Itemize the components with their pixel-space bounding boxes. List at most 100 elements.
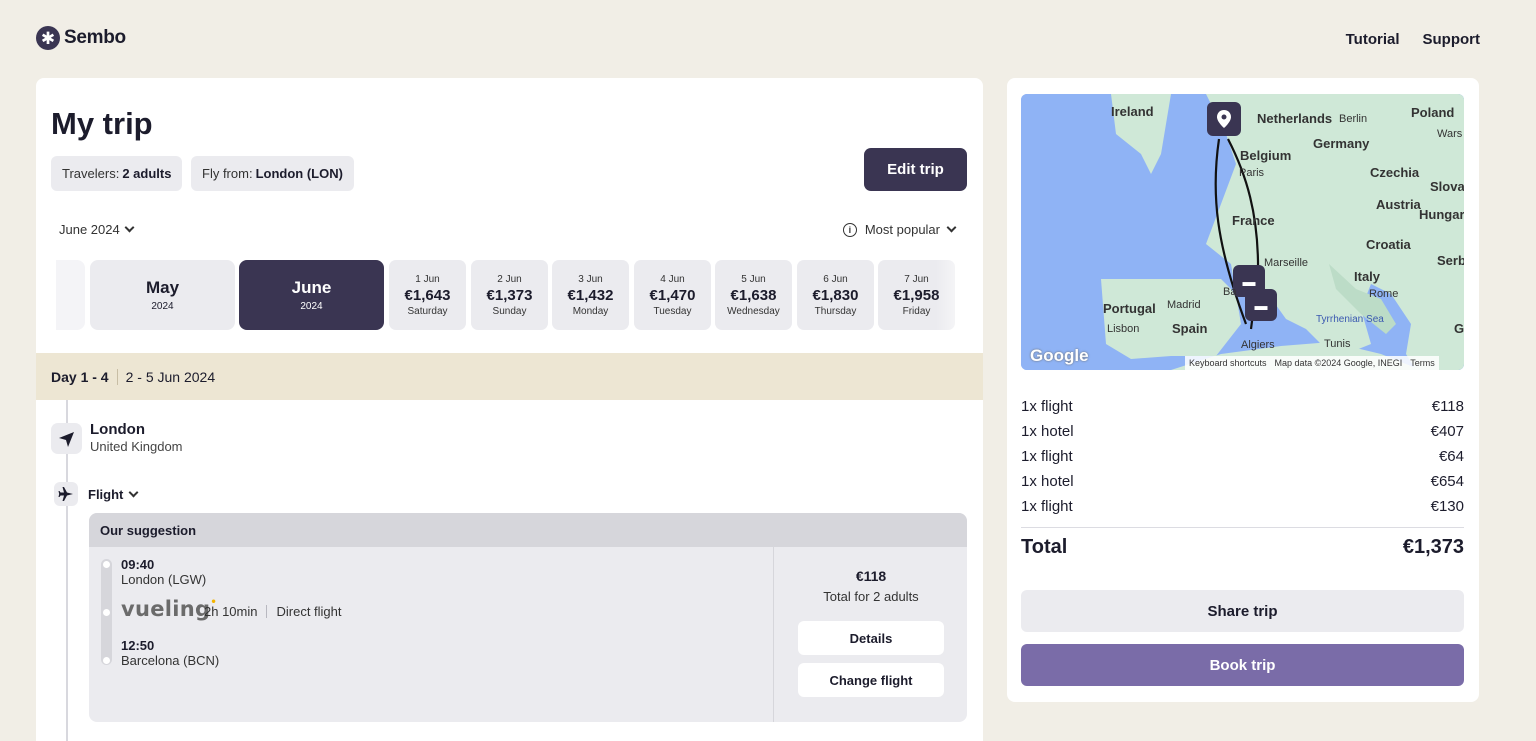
fly-from-value: London (LON) — [255, 166, 343, 181]
map-label: Slovak — [1430, 179, 1464, 194]
date-card-6-jun[interactable]: 6 Jun €1,830 Thursday — [797, 260, 874, 330]
navigation-arrow-icon — [51, 423, 82, 454]
map-label: Algiers — [1241, 339, 1275, 351]
sort-dropdown[interactable]: i Most popular — [842, 222, 957, 237]
month-dropdown[interactable]: June 2024 — [59, 222, 135, 237]
map-label: Paris — [1239, 167, 1265, 179]
previous-date-card[interactable] — [56, 260, 85, 330]
map-label: Germany — [1313, 136, 1370, 151]
line-label: 1x hotel — [1021, 473, 1074, 490]
map-label: Ireland — [1111, 104, 1154, 119]
departure-airport: London (LGW) — [121, 572, 207, 587]
line-price: €64 — [1438, 448, 1464, 465]
date-label: 3 Jun — [578, 273, 603, 285]
departure-time: 09:40 — [121, 557, 155, 572]
date-price: €1,373 — [486, 286, 533, 304]
arrival-airport: Barcelona (BCN) — [121, 653, 220, 668]
map-label: Wars — [1437, 128, 1463, 140]
flight-label: Flight — [88, 487, 124, 502]
chevron-down-icon — [128, 487, 139, 498]
fly-from-chip: Fly from: London (LON) — [191, 156, 354, 191]
date-card-4-jun[interactable]: 4 Jun €1,470 Tuesday — [634, 260, 711, 330]
month-card-june[interactable]: June 2024 — [239, 260, 384, 330]
airplane-icon — [54, 482, 78, 506]
flight-price: €118 — [855, 568, 887, 584]
date-price: €1,643 — [404, 286, 451, 304]
sembo-logo[interactable]: ✱ Sembo — [36, 26, 126, 50]
line-label: 1x flight — [1021, 498, 1073, 515]
date-weekday: Monday — [572, 305, 609, 317]
keyboard-shortcuts-link[interactable]: Keyboard shortcuts — [1189, 358, 1267, 368]
divider — [266, 605, 268, 618]
flight-section-toggle[interactable]: Flight — [88, 487, 139, 502]
bed-icon[interactable]: ▬ — [1245, 289, 1277, 321]
price-breakdown: 1x flight €118 1x hotel €407 1x flight €… — [1021, 398, 1464, 523]
date-label: 1 Jun — [415, 273, 440, 285]
date-price: €1,432 — [567, 286, 614, 304]
top-nav: Tutorial Support — [1346, 31, 1480, 48]
map-label: Belgium — [1240, 148, 1292, 163]
total-label: Total — [1021, 536, 1068, 558]
price-line: 1x hotel €407 — [1021, 423, 1464, 448]
date-selector: May 2024 June 2024 1 Jun €1,643 Saturday… — [56, 260, 976, 330]
day-band: Day 1 - 4 2 - 5 Jun 2024 — [36, 353, 983, 400]
line-price: €130 — [1430, 498, 1464, 515]
line-price: €407 — [1430, 423, 1464, 440]
mid-dot — [103, 609, 110, 616]
map-attribution: Keyboard shortcuts Map data ©2024 Google… — [1185, 356, 1439, 370]
departure-dot — [103, 561, 110, 568]
map-label: Poland — [1411, 105, 1455, 120]
month-year: 2024 — [300, 301, 323, 312]
change-flight-button[interactable]: Change flight — [798, 663, 944, 697]
map-label: Lisbon — [1107, 323, 1140, 335]
month-card-may[interactable]: May 2024 — [90, 260, 235, 330]
map-label: Croatia — [1366, 237, 1411, 252]
google-logo: Google — [1030, 346, 1089, 365]
map-label: Italy — [1354, 269, 1381, 284]
date-card-3-jun[interactable]: 3 Jun €1,432 Monday — [552, 260, 629, 330]
nav-tutorial-link[interactable]: Tutorial — [1346, 31, 1400, 48]
map-label: Austria — [1376, 197, 1421, 212]
route-map[interactable]: ▬ ▬ Ireland Netherlands Berlin Poland Wa… — [1021, 94, 1464, 370]
nav-support-link[interactable]: Support — [1423, 31, 1481, 48]
asterisk-icon: ✱ — [36, 26, 60, 50]
edit-trip-button[interactable]: Edit trip — [864, 148, 967, 191]
date-card-1-jun[interactable]: 1 Jun €1,643 Saturday — [389, 260, 466, 330]
month-name: May — [145, 278, 180, 297]
details-button[interactable]: Details — [798, 621, 944, 655]
date-label: 7 Jun — [904, 273, 929, 285]
map-label: Ba — [1223, 286, 1237, 298]
trip-summary-card: ▬ ▬ Ireland Netherlands Berlin Poland Wa… — [1007, 78, 1479, 702]
date-card-2-jun[interactable]: 2 Jun €1,373 Sunday — [471, 260, 548, 330]
flight-price-note: Total for 2 adults — [823, 589, 919, 604]
total-row: Total €1,373 — [1021, 527, 1464, 559]
date-label: 6 Jun — [823, 273, 848, 285]
top-bar: ✱ Sembo Tutorial Support — [0, 0, 1536, 78]
date-label: 4 Jun — [660, 273, 685, 285]
price-line: 1x flight €130 — [1021, 498, 1464, 523]
book-trip-button[interactable]: Book trip — [1021, 644, 1464, 686]
date-card-5-jun[interactable]: 5 Jun €1,638 Wednesday — [715, 260, 792, 330]
line-label: 1x flight — [1021, 448, 1073, 465]
divider — [116, 368, 118, 385]
map-label: Czechia — [1370, 165, 1420, 180]
arrival-time: 12:50 — [121, 638, 155, 653]
logo-text: Sembo — [64, 27, 126, 48]
origin-country: United Kingdom — [90, 439, 183, 454]
line-price: €654 — [1430, 473, 1464, 490]
travelers-value: 2 adults — [122, 166, 172, 181]
terms-link[interactable]: Terms — [1410, 358, 1435, 368]
month-dropdown-value: June 2024 — [59, 222, 120, 237]
flight-duration-info: 2h 10min Direct flight — [204, 604, 342, 619]
date-label: 5 Jun — [741, 273, 766, 285]
line-label: 1x hotel — [1021, 423, 1074, 440]
share-trip-button[interactable]: Share trip — [1021, 590, 1464, 632]
info-icon[interactable]: i — [842, 222, 857, 237]
map-label: Rome — [1369, 288, 1399, 300]
trip-card: My trip Travelers: 2 adults Fly from: Lo… — [36, 78, 983, 741]
suggestion-header: Our suggestion — [89, 513, 967, 547]
map-label: France — [1232, 213, 1275, 228]
sort-dropdown-value: Most popular — [864, 222, 940, 237]
location-pin-icon[interactable] — [1207, 102, 1241, 136]
date-price: €1,638 — [730, 286, 777, 304]
